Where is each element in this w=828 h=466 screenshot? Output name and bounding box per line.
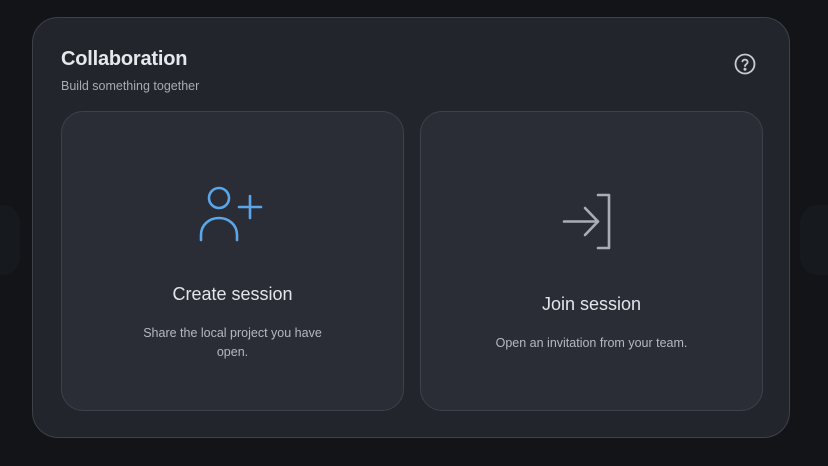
help-circle-icon[interactable] bbox=[733, 52, 757, 76]
collaboration-dialog: Collaboration Build something together C… bbox=[32, 17, 790, 438]
create-session-card[interactable]: Create session Share the local project y… bbox=[61, 111, 404, 411]
background-card bbox=[0, 205, 20, 275]
create-session-description: Share the local project you have open. bbox=[143, 326, 322, 359]
sign-in-icon bbox=[562, 193, 610, 250]
create-session-title: Create session bbox=[172, 284, 293, 304]
join-session-title: Join session bbox=[541, 294, 642, 314]
dialog-subtitle: Build something together bbox=[61, 79, 200, 93]
dialog-title: Collaboration bbox=[61, 48, 188, 70]
join-session-card[interactable]: Join session Open an invitation from you… bbox=[420, 111, 763, 411]
user-plus-icon bbox=[199, 186, 262, 242]
join-session-description: Open an invitation from your team. bbox=[495, 336, 688, 350]
background-card bbox=[800, 205, 828, 275]
